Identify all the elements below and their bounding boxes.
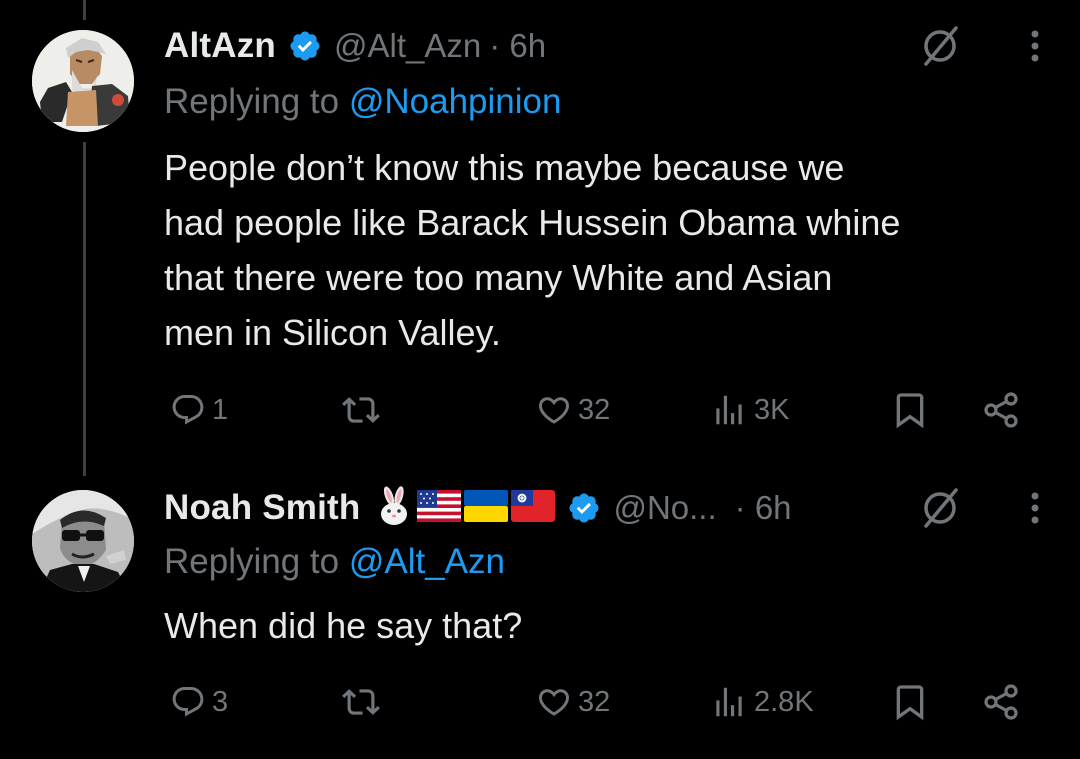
retweet-button[interactable] (342, 386, 380, 434)
tweet-text: When did he say that? (164, 598, 1064, 653)
timestamp[interactable]: · 6h (489, 27, 546, 65)
heart-icon (538, 397, 570, 424)
views-count: 3K (754, 393, 790, 426)
avatar[interactable] (32, 490, 134, 592)
us-flag-emoji (417, 489, 462, 527)
avatar[interactable] (32, 30, 134, 132)
views-count: 2.8K (754, 685, 814, 718)
taiwan-flag-emoji (511, 489, 556, 527)
user-handle[interactable]: @No... (613, 489, 716, 527)
share-button[interactable] (982, 386, 1022, 434)
name-emojis (374, 485, 556, 531)
tweet-text-line: had people like Barack Hussein Obama whi… (164, 202, 901, 243)
like-button[interactable]: 32 (536, 678, 610, 726)
bookmark-icon (896, 685, 924, 721)
retweet-icon (342, 689, 380, 715)
tweet-altazn[interactable]: AltAzn @Alt_Azn · 6h Replying to @Noahpi… (0, 0, 1080, 470)
bookmark-button[interactable] (890, 386, 930, 434)
tweet-noah-smith[interactable]: Noah Smith @No... · 6h Replying to @Alt_… (0, 470, 1080, 759)
replying-to-label: Replying to (164, 82, 349, 121)
reply-count: 1 (212, 393, 229, 426)
replying-to-mention[interactable]: @Alt_Azn (349, 542, 505, 581)
tweet-text-line: People don’t know this maybe because we (164, 147, 845, 188)
tweet-text-line: that there were too many White and Asian (164, 257, 833, 298)
tweet-text: People don’t know this maybe because we … (164, 140, 1064, 360)
reply-count: 3 (212, 685, 229, 718)
avatar-image (32, 490, 134, 592)
grok-icon[interactable] (918, 486, 962, 530)
views-button[interactable]: 3K (710, 386, 789, 434)
verified-badge-icon (569, 493, 599, 523)
views-icon (716, 395, 742, 425)
reply-button[interactable]: 1 (170, 386, 228, 434)
grok-icon[interactable] (918, 24, 962, 68)
like-count: 32 (578, 685, 611, 718)
share-button[interactable] (982, 678, 1022, 726)
user-handle[interactable]: @Alt_Azn (334, 27, 481, 65)
replying-to-mention[interactable]: @Noahpinion (349, 82, 562, 121)
retweet-button[interactable] (342, 678, 380, 726)
views-icon (716, 687, 742, 717)
tweet-text-line: When did he say that? (164, 605, 523, 646)
avatar-image (32, 30, 134, 132)
more-options-icon[interactable] (1020, 490, 1050, 526)
heart-icon (538, 689, 570, 716)
replying-to: Replying to @Alt_Azn (164, 542, 505, 582)
rabbit-emoji (374, 485, 414, 531)
reply-icon (172, 687, 204, 717)
display-name[interactable]: AltAzn (164, 26, 276, 66)
replying-to-label: Replying to (164, 542, 349, 581)
display-name[interactable]: Noah Smith (164, 488, 360, 528)
ukraine-flag-emoji (464, 489, 509, 527)
bookmark-icon (896, 393, 924, 429)
reply-icon (172, 395, 204, 425)
share-icon (984, 684, 1018, 720)
reply-button[interactable]: 3 (170, 678, 228, 726)
retweet-icon (342, 397, 380, 423)
verified-badge-icon (290, 31, 320, 61)
bookmark-button[interactable] (890, 678, 930, 726)
like-count: 32 (578, 393, 611, 426)
timestamp[interactable]: · 6h (735, 489, 792, 527)
action-bar: 1 32 3K (164, 386, 1044, 434)
tweet-text-line: men in Silicon Valley. (164, 312, 501, 353)
replying-to: Replying to @Noahpinion (164, 82, 561, 122)
action-bar: 3 32 2.8K (164, 678, 1044, 726)
views-button[interactable]: 2.8K (710, 678, 814, 726)
share-icon (984, 392, 1018, 428)
like-button[interactable]: 32 (536, 386, 610, 434)
more-options-icon[interactable] (1020, 28, 1050, 64)
